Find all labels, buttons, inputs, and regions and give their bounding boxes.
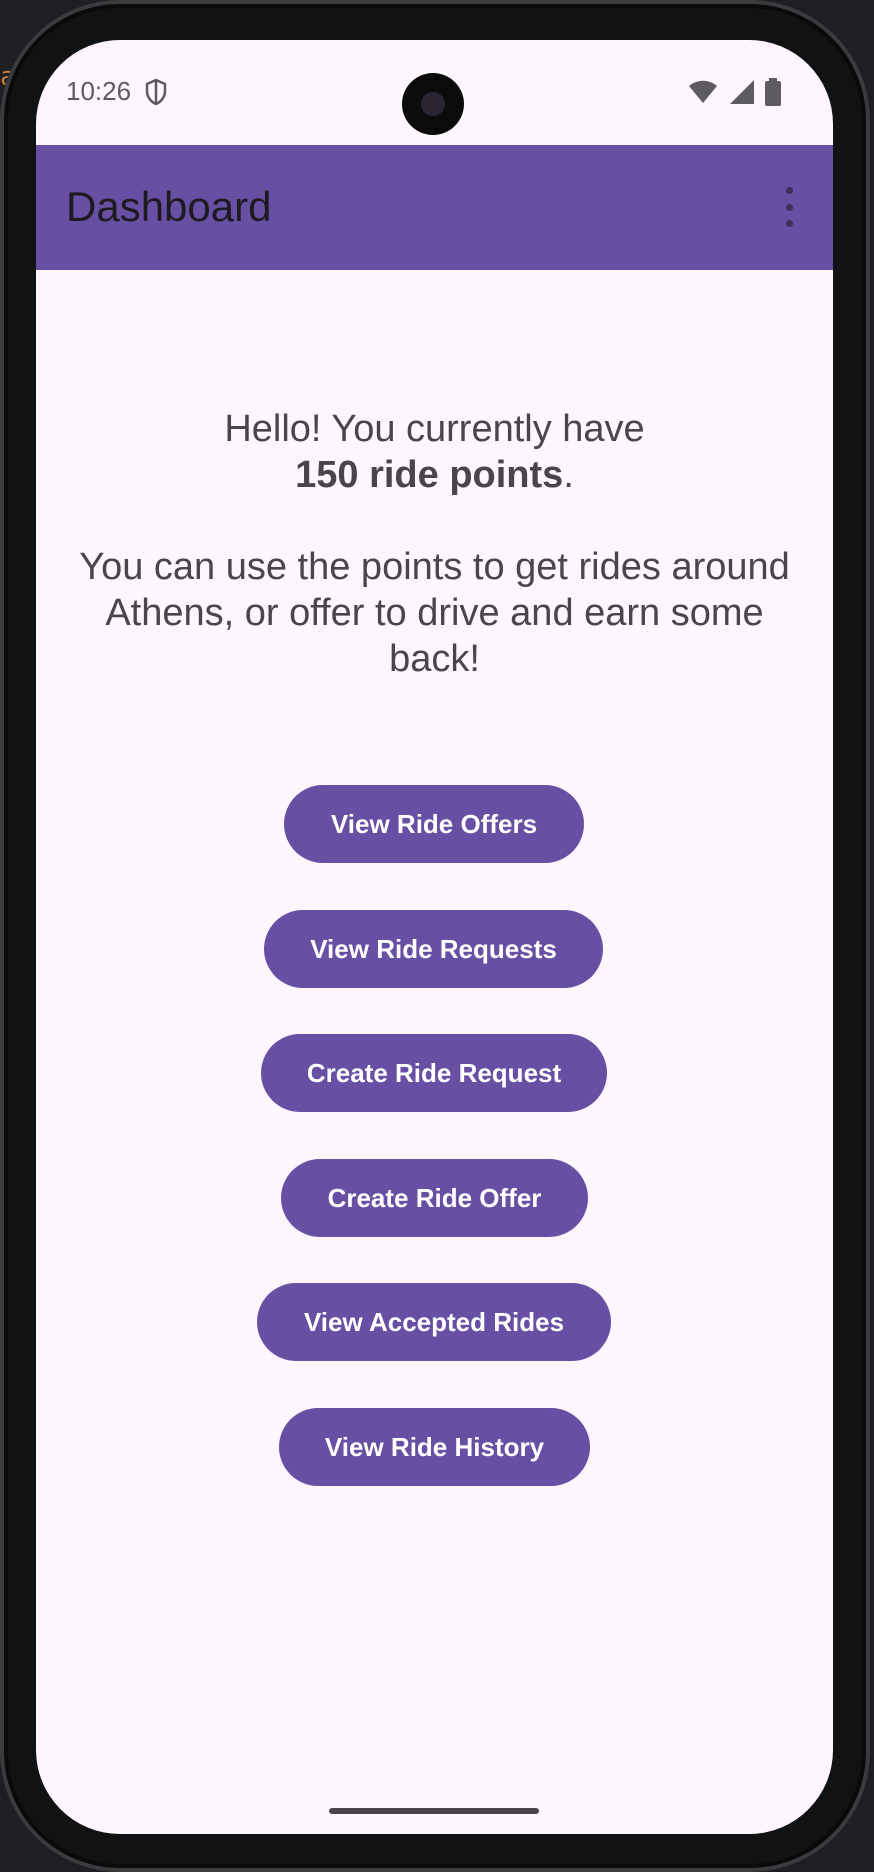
home-indicator[interactable] — [329, 1808, 539, 1814]
overflow-menu-icon[interactable] — [773, 187, 805, 227]
status-icons — [682, 78, 781, 106]
create-ride-request-button[interactable]: Create Ride Request — [261, 1034, 607, 1112]
points-value: 150 ride points — [295, 454, 564, 496]
status-bar: 10:26 — [36, 40, 833, 145]
view-ride-requests-button[interactable]: View Ride Requests — [264, 910, 603, 988]
view-ride-offers-button[interactable]: View Ride Offers — [284, 785, 584, 863]
phone-screen: 10:26 Dashboard Hello! You currently hav… — [36, 40, 833, 1834]
app-bar: Dashboard — [36, 145, 833, 270]
view-accepted-rides-button[interactable]: View Accepted Rides — [257, 1283, 611, 1361]
front-camera — [402, 73, 464, 135]
points-line: 150 ride points. — [76, 452, 793, 498]
wifi-icon — [689, 80, 718, 103]
points-suffix: . — [563, 454, 574, 496]
phone-frame: 10:26 Dashboard Hello! You currently hav… — [0, 0, 870, 1872]
points-message: Hello! You currently have 150 ride point… — [76, 406, 793, 682]
cellular-signal-icon — [729, 80, 754, 104]
create-ride-offer-button[interactable]: Create Ride Offer — [281, 1159, 588, 1237]
status-time: 10:26 — [66, 76, 132, 106]
shield-icon — [145, 78, 167, 106]
greeting-text: Hello! You currently have — [224, 408, 645, 450]
battery-icon — [765, 78, 781, 106]
page-title: Dashboard — [66, 183, 272, 230]
instructions-text: You can use the points to get rides arou… — [79, 546, 790, 680]
view-ride-history-button[interactable]: View Ride History — [279, 1408, 590, 1486]
